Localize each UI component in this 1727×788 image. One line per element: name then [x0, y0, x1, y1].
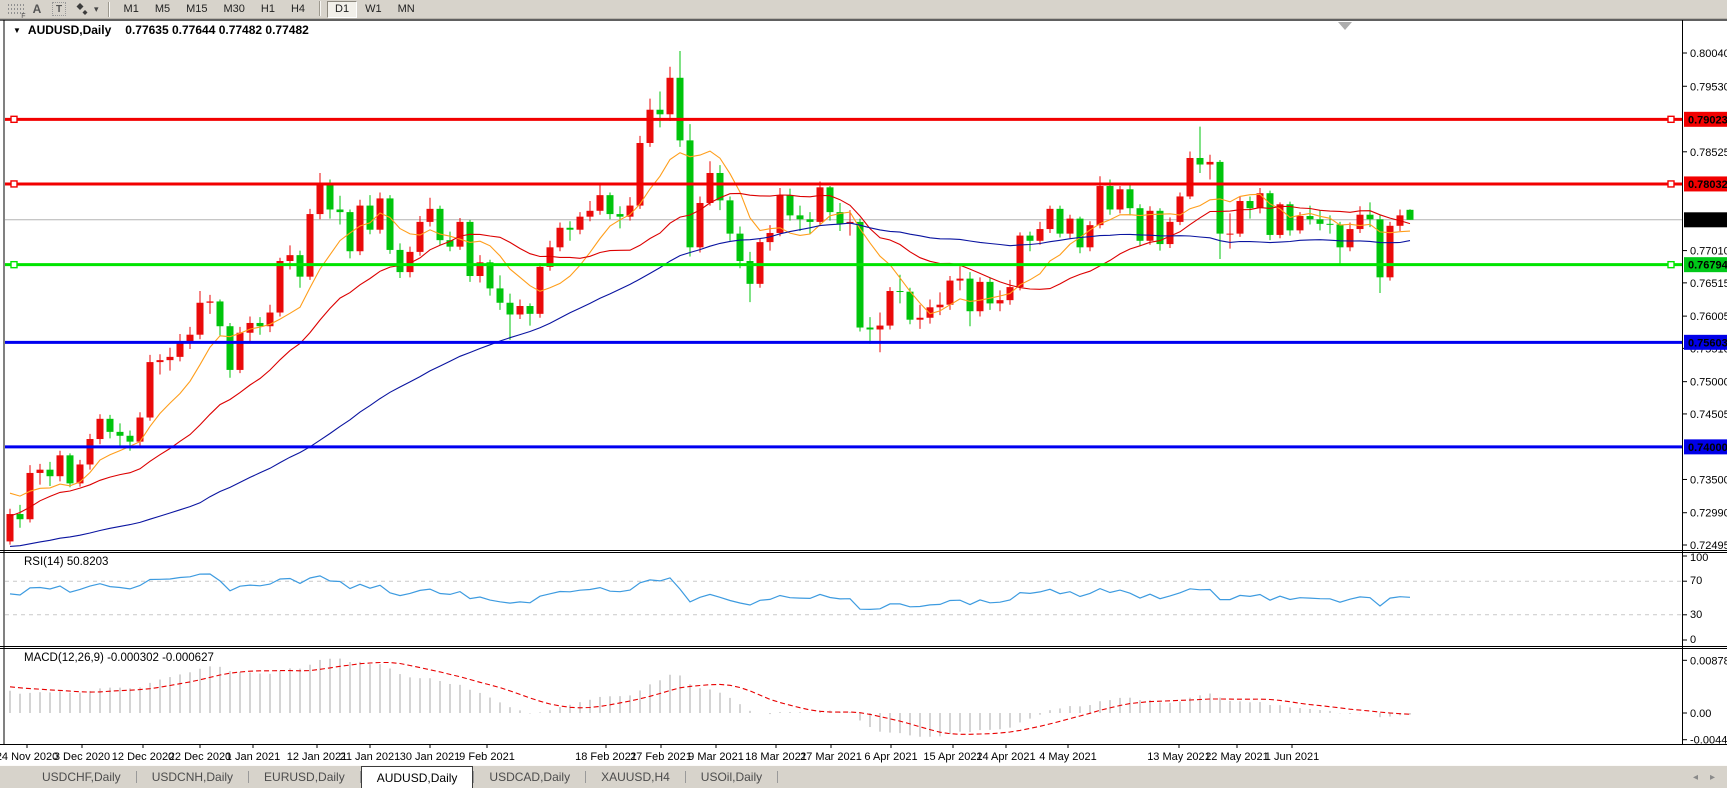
price-tick-label: 0.78525	[1690, 147, 1727, 159]
tab-scroll-left-icon[interactable]: ◂	[1693, 772, 1698, 783]
macd-tick-label: -0.004451	[1690, 735, 1727, 747]
price-badge-label: 0.78032	[1688, 179, 1727, 191]
arrows-icon	[73, 1, 89, 17]
tab-xauusd-h4[interactable]: XAUUSD,H4	[586, 766, 685, 788]
price-tick-label: 0.76515	[1690, 278, 1727, 290]
rsi-tick-label: 100	[1690, 552, 1708, 564]
text-label-tool-button[interactable]: T	[49, 1, 69, 18]
text-label-icon: T	[52, 2, 66, 16]
price-badge-label: 0.75603	[1688, 337, 1727, 349]
date-tick-label: 1 Jun 2021	[1265, 751, 1319, 763]
timeframe-button-m5[interactable]: M5	[147, 1, 178, 18]
toolbar-separator	[319, 1, 321, 16]
date-tick-label: 13 May 2021	[1147, 751, 1211, 763]
price-badge-label: 0.77482	[1688, 215, 1727, 227]
timeframe-button-m1[interactable]: M1	[116, 1, 147, 18]
macd-indicator-label: MACD(12,26,9) -0.000302 -0.000627	[24, 652, 214, 664]
date-tick-label: 21 Jan 2021	[340, 751, 401, 763]
date-tick-label: 15 Apr 2021	[923, 751, 982, 763]
line-handle[interactable]	[1668, 262, 1674, 268]
date-tick-label: 12 Dec 2020	[112, 751, 174, 763]
chart-ohlc-quote: 0.77635 0.77644 0.77482 0.77482	[125, 23, 309, 37]
text-tool-button[interactable]: A	[27, 1, 47, 18]
ma-slow-line	[10, 223, 1410, 546]
date-tick-label: 9 Mar 2021	[688, 751, 744, 763]
date-tick-label: 22 Dec 2020	[169, 751, 231, 763]
line-handle[interactable]	[11, 116, 17, 122]
chart-symbol-label: AUDUSD,Daily	[28, 23, 111, 37]
date-tick-label: 1 Jan 2021	[226, 751, 280, 763]
tab-usdcad-daily[interactable]: USDCAD,Daily	[474, 766, 585, 788]
timeframe-button-m15[interactable]: M15	[178, 1, 215, 18]
tab-separator	[777, 771, 778, 783]
date-tick-label: 4 May 2021	[1039, 751, 1096, 763]
line-handle[interactable]	[1668, 181, 1674, 187]
chart-canvas[interactable]: 0.80040 0.79530 0.78525 0.77010 0.76515 0.760…	[0, 0, 1727, 766]
rsi-tick-label: 30	[1690, 609, 1702, 621]
fibonacci-icon: F	[7, 3, 24, 16]
date-tick-label: 18 Mar 2021	[745, 751, 807, 763]
date-tick-label: 18 Feb 2021	[575, 751, 637, 763]
timeframe-button-h1[interactable]: H1	[253, 1, 283, 18]
line-handle[interactable]	[11, 181, 17, 187]
tab-usdcnh-daily[interactable]: USDCNH,Daily	[137, 766, 248, 788]
macd-tick-label: 0.008782	[1690, 655, 1727, 667]
text-icon: A	[33, 2, 42, 16]
ma-mid-line	[10, 193, 1410, 516]
rsi-indicator-label: RSI(14) 50.8203	[24, 556, 108, 568]
date-tick-label: 22 May 2021	[1205, 751, 1269, 763]
line-handle[interactable]	[11, 262, 17, 268]
price-tick-label: 0.80040	[1690, 48, 1727, 60]
date-tick-label: 27 Feb 2021	[630, 751, 692, 763]
tab-usdchf-daily[interactable]: USDCHF,Daily	[27, 766, 136, 788]
date-tick-label: 12 Jan 2021	[287, 751, 348, 763]
price-tick-label: 0.79530	[1690, 81, 1727, 93]
rsi-tick-label: 0	[1690, 634, 1696, 646]
rsi-line	[10, 574, 1410, 609]
rsi-tick-label: 70	[1690, 575, 1702, 587]
tab-scroll-right-icon[interactable]: ▸	[1710, 772, 1715, 783]
line-handle[interactable]	[1668, 116, 1674, 122]
timeframe-button-w1[interactable]: W1	[357, 1, 390, 18]
price-tick-label: 0.72990	[1690, 508, 1727, 520]
date-tick-label: 30 Jan 2021	[400, 751, 461, 763]
date-tick-label: 3 Dec 2020	[54, 751, 110, 763]
tab-eurusd-daily[interactable]: EURUSD,Daily	[249, 766, 360, 788]
symbol-dropdown-icon[interactable]: ▼	[13, 26, 21, 35]
fibonacci-tool-button[interactable]: F	[5, 1, 25, 18]
chart-shift-marker-icon	[1338, 22, 1352, 30]
timeframe-buttons: M1M5M15M30H1H4 D1W1MN	[116, 1, 423, 18]
price-tick-label: 0.77010	[1690, 246, 1727, 258]
date-tick-label: 27 Mar 2021	[800, 751, 862, 763]
price-badge-label: 0.76794	[1688, 260, 1727, 272]
price-badge-label: 0.79023	[1688, 114, 1727, 126]
arrow-tools-button[interactable]	[71, 1, 91, 18]
macd-tick-label: 0.00	[1690, 708, 1711, 720]
date-tick-label: 9 Feb 2021	[459, 751, 515, 763]
toolbar-separator	[108, 2, 110, 17]
chart-tab-bar: USDCHF,DailyUSDCNH,DailyEURUSD,DailyAUDU…	[0, 765, 1727, 788]
date-tick-label: 24 Nov 2020	[0, 751, 58, 763]
arrows-dropdown-caret-icon[interactable]: ▾	[94, 4, 99, 15]
price-tick-label: 0.76005	[1690, 311, 1727, 323]
macd-histogram	[10, 659, 1410, 737]
price-tick-label: 0.72495	[1690, 540, 1727, 552]
price-badge-label: 0.74000	[1688, 442, 1727, 454]
timeframe-button-m30[interactable]: M30	[216, 1, 253, 18]
price-tick-label: 0.75000	[1690, 377, 1727, 389]
timeframe-button-d1[interactable]: D1	[327, 1, 357, 18]
tab-audusd-daily[interactable]: AUDUSD,Daily	[361, 766, 474, 788]
timeframe-button-h4[interactable]: H4	[283, 1, 313, 18]
date-tick-label: 6 Apr 2021	[864, 751, 917, 763]
tab-usoil-daily[interactable]: USOil,Daily	[686, 766, 777, 788]
price-tick-label: 0.74505	[1690, 409, 1727, 421]
date-tick-label: 24 Apr 2021	[976, 751, 1035, 763]
price-tick-label: 0.73500	[1690, 474, 1727, 486]
timeframe-button-mn[interactable]: MN	[390, 1, 423, 18]
candlestick-series	[7, 51, 1414, 545]
chart-title: ▼ AUDUSD,Daily 0.77635 0.77644 0.77482 0…	[13, 23, 309, 37]
top-toolbar: F A T ▾ M1M5M15M30H1H4 D1W1MN	[0, 0, 1727, 19]
